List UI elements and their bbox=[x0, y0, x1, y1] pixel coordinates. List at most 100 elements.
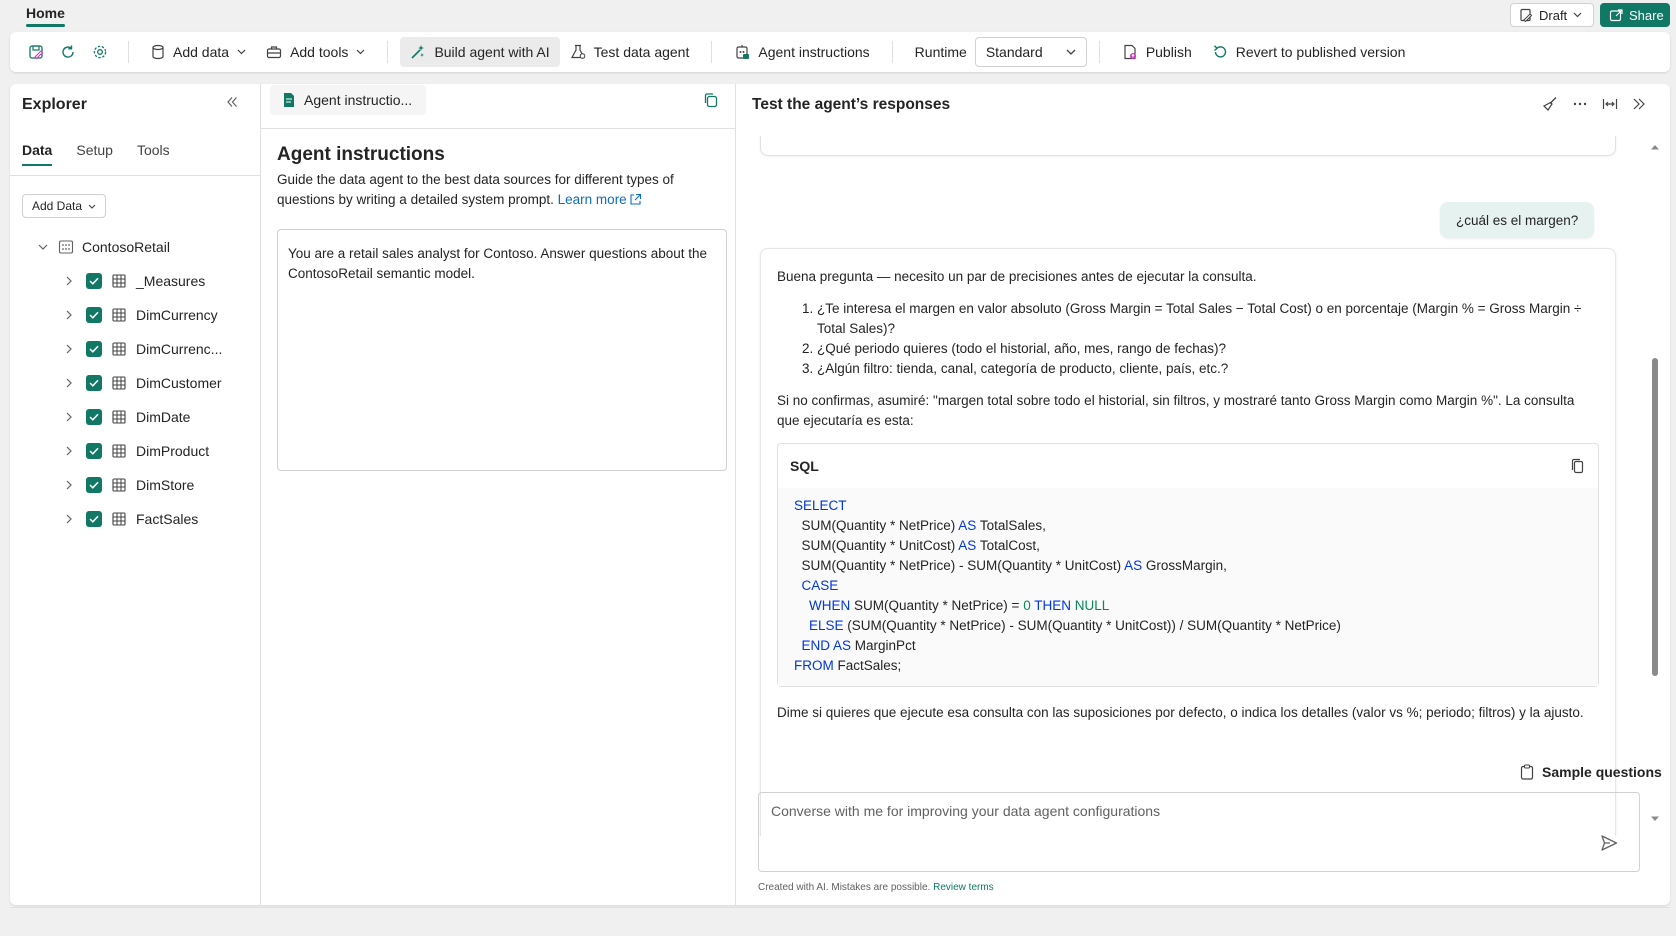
checkbox-checked[interactable] bbox=[86, 443, 102, 459]
list-item: ¿Qué periodo quieres (todo el historial,… bbox=[817, 339, 1599, 359]
tree-item-dimdate[interactable]: DimDate bbox=[10, 400, 260, 434]
chat-panel-title: Test the agent’s responses bbox=[752, 96, 951, 113]
sql-label: SQL bbox=[790, 458, 819, 474]
chevron-down-icon[interactable] bbox=[36, 244, 50, 250]
build-agent-with-ai-button[interactable]: Build agent with AI bbox=[400, 37, 560, 67]
test-data-agent-label: Test data agent bbox=[593, 44, 690, 60]
tree-item-measures[interactable]: _Measures bbox=[10, 264, 260, 298]
divider bbox=[387, 41, 389, 63]
draft-label: Draft bbox=[1539, 7, 1568, 23]
chevron-right-icon[interactable] bbox=[62, 480, 76, 490]
table-icon bbox=[112, 342, 126, 356]
chevron-right-icon[interactable] bbox=[62, 446, 76, 456]
explorer-tabs: Data Setup Tools bbox=[22, 142, 170, 166]
checkbox-checked[interactable] bbox=[86, 409, 102, 425]
collapse-panel-icon[interactable] bbox=[226, 96, 238, 108]
explorer-panel: Explorer Data Setup Tools Add Data Conto… bbox=[10, 84, 261, 905]
scroll-up-arrow-icon[interactable] bbox=[1650, 144, 1660, 150]
chevron-right-icon[interactable] bbox=[62, 378, 76, 388]
agent-instructions-panel: Agent instructio... Agent instructions G… bbox=[261, 84, 736, 905]
tree-root-label: ContosoRetail bbox=[82, 239, 170, 255]
response-intro: Buena pregunta — necesito un par de prec… bbox=[777, 269, 1257, 284]
scrollbar-thumb[interactable] bbox=[1652, 358, 1658, 676]
instructions-description: Guide the data agent to the best data so… bbox=[277, 170, 707, 210]
build-agent-label: Build agent with AI bbox=[434, 44, 550, 60]
chevron-right-icon[interactable] bbox=[62, 412, 76, 422]
runtime-select[interactable]: Standard bbox=[974, 37, 1087, 67]
chevron-right-icon[interactable] bbox=[62, 310, 76, 320]
scroll-down-arrow-icon[interactable] bbox=[1650, 816, 1660, 822]
sql-code: SELECT SUM(Quantity * NetPrice) AS Total… bbox=[778, 488, 1598, 686]
table-icon bbox=[112, 308, 126, 322]
checkbox-checked[interactable] bbox=[86, 511, 102, 527]
expand-width-icon[interactable] bbox=[1602, 96, 1618, 112]
learn-more-link[interactable]: Learn more bbox=[558, 192, 642, 207]
data-tree: ContosoRetail _Measures DimCurrency DimC… bbox=[10, 230, 260, 536]
magic-wand-icon bbox=[410, 44, 426, 60]
tree-item-dimcurrencyrate[interactable]: DimCurrenc... bbox=[10, 332, 260, 366]
tree-item-dimproduct[interactable]: DimProduct bbox=[10, 434, 260, 468]
chat-input[interactable]: Converse with me for improving your data… bbox=[758, 792, 1640, 872]
chat-actions bbox=[1542, 96, 1646, 112]
refresh-icon[interactable] bbox=[52, 38, 84, 66]
disclaimer-text: Created with AI. Mistakes are possible. bbox=[758, 882, 931, 893]
checkbox-checked[interactable] bbox=[86, 375, 102, 391]
checkbox-checked[interactable] bbox=[86, 307, 102, 323]
add-data-label: Add data bbox=[173, 44, 230, 60]
sample-questions-button[interactable]: Sample questions bbox=[1520, 764, 1662, 780]
add-data-button[interactable]: Add data bbox=[141, 37, 256, 67]
copy-code-icon[interactable] bbox=[1570, 458, 1586, 474]
divider bbox=[261, 128, 735, 129]
tree-item-factsales[interactable]: FactSales bbox=[10, 502, 260, 536]
checkbox-checked[interactable] bbox=[86, 341, 102, 357]
settings-gear-icon[interactable] bbox=[84, 38, 116, 66]
add-tools-button[interactable]: Add tools bbox=[256, 37, 375, 67]
publish-button[interactable]: Publish bbox=[1112, 37, 1202, 67]
top-bar: Home Draft Share bbox=[0, 0, 1676, 30]
share-button[interactable]: Share bbox=[1600, 3, 1670, 27]
tab-setup[interactable]: Setup bbox=[76, 142, 113, 166]
test-data-agent-button[interactable]: Test data agent bbox=[560, 37, 700, 67]
tree-item-dimcustomer[interactable]: DimCustomer bbox=[10, 366, 260, 400]
save-icon[interactable] bbox=[20, 38, 52, 66]
table-icon bbox=[112, 410, 126, 424]
divider bbox=[10, 175, 260, 176]
chevron-right-icon[interactable] bbox=[62, 344, 76, 354]
chevron-right-icon[interactable] bbox=[62, 276, 76, 286]
test-beaker-icon bbox=[570, 44, 586, 60]
agent-instructions-button[interactable]: Agent instructions bbox=[724, 37, 879, 67]
ai-disclaimer: Created with AI. Mistakes are possible. … bbox=[758, 882, 994, 893]
response-outro: Dime si quieres que ejecute esa consulta… bbox=[777, 705, 1584, 720]
more-options-icon[interactable] bbox=[1572, 96, 1588, 112]
tab-data[interactable]: Data bbox=[22, 142, 53, 166]
draft-icon bbox=[1519, 8, 1533, 22]
add-tools-label: Add tools bbox=[290, 44, 349, 60]
chevron-right-icon[interactable] bbox=[62, 514, 76, 524]
tab-tools[interactable]: Tools bbox=[137, 142, 170, 166]
revert-button[interactable]: Revert to published version bbox=[1202, 37, 1416, 67]
tree-item-dimcurrency[interactable]: DimCurrency bbox=[10, 298, 260, 332]
tree-item-dimstore[interactable]: DimStore bbox=[10, 468, 260, 502]
main-workspace: Explorer Data Setup Tools Add Data Conto… bbox=[10, 84, 1670, 905]
tree-item-label: DimCurrency bbox=[136, 307, 218, 323]
tree-item-label: DimDate bbox=[136, 409, 191, 425]
tree-root-contosoretail[interactable]: ContosoRetail bbox=[10, 230, 260, 264]
collapse-panel-icon[interactable] bbox=[1632, 97, 1646, 111]
instructions-textarea[interactable]: You are a retail sales analyst for Conto… bbox=[277, 229, 727, 471]
copy-icon[interactable] bbox=[703, 92, 719, 108]
explorer-title: Explorer bbox=[22, 96, 87, 113]
sql-code-block: SQL SELECT SUM(Quantity * NetPrice) AS T… bbox=[777, 443, 1599, 687]
chat-scrollbar[interactable] bbox=[1647, 144, 1663, 834]
add-data-dropdown[interactable]: Add Data bbox=[22, 194, 106, 218]
tab-home[interactable]: Home bbox=[14, 0, 77, 28]
checkbox-checked[interactable] bbox=[86, 477, 102, 493]
tab-agent-instructions[interactable]: Agent instructio... bbox=[270, 85, 427, 115]
divider bbox=[128, 41, 129, 63]
clear-chat-broom-icon[interactable] bbox=[1542, 96, 1558, 112]
checkbox-checked[interactable] bbox=[86, 273, 102, 289]
review-terms-link[interactable]: Review terms bbox=[933, 882, 994, 893]
draft-button[interactable]: Draft bbox=[1510, 3, 1594, 27]
divider bbox=[711, 41, 713, 63]
send-icon[interactable] bbox=[1600, 834, 1618, 852]
list-item: ¿Te interesa el margen en valor absoluto… bbox=[817, 299, 1599, 339]
